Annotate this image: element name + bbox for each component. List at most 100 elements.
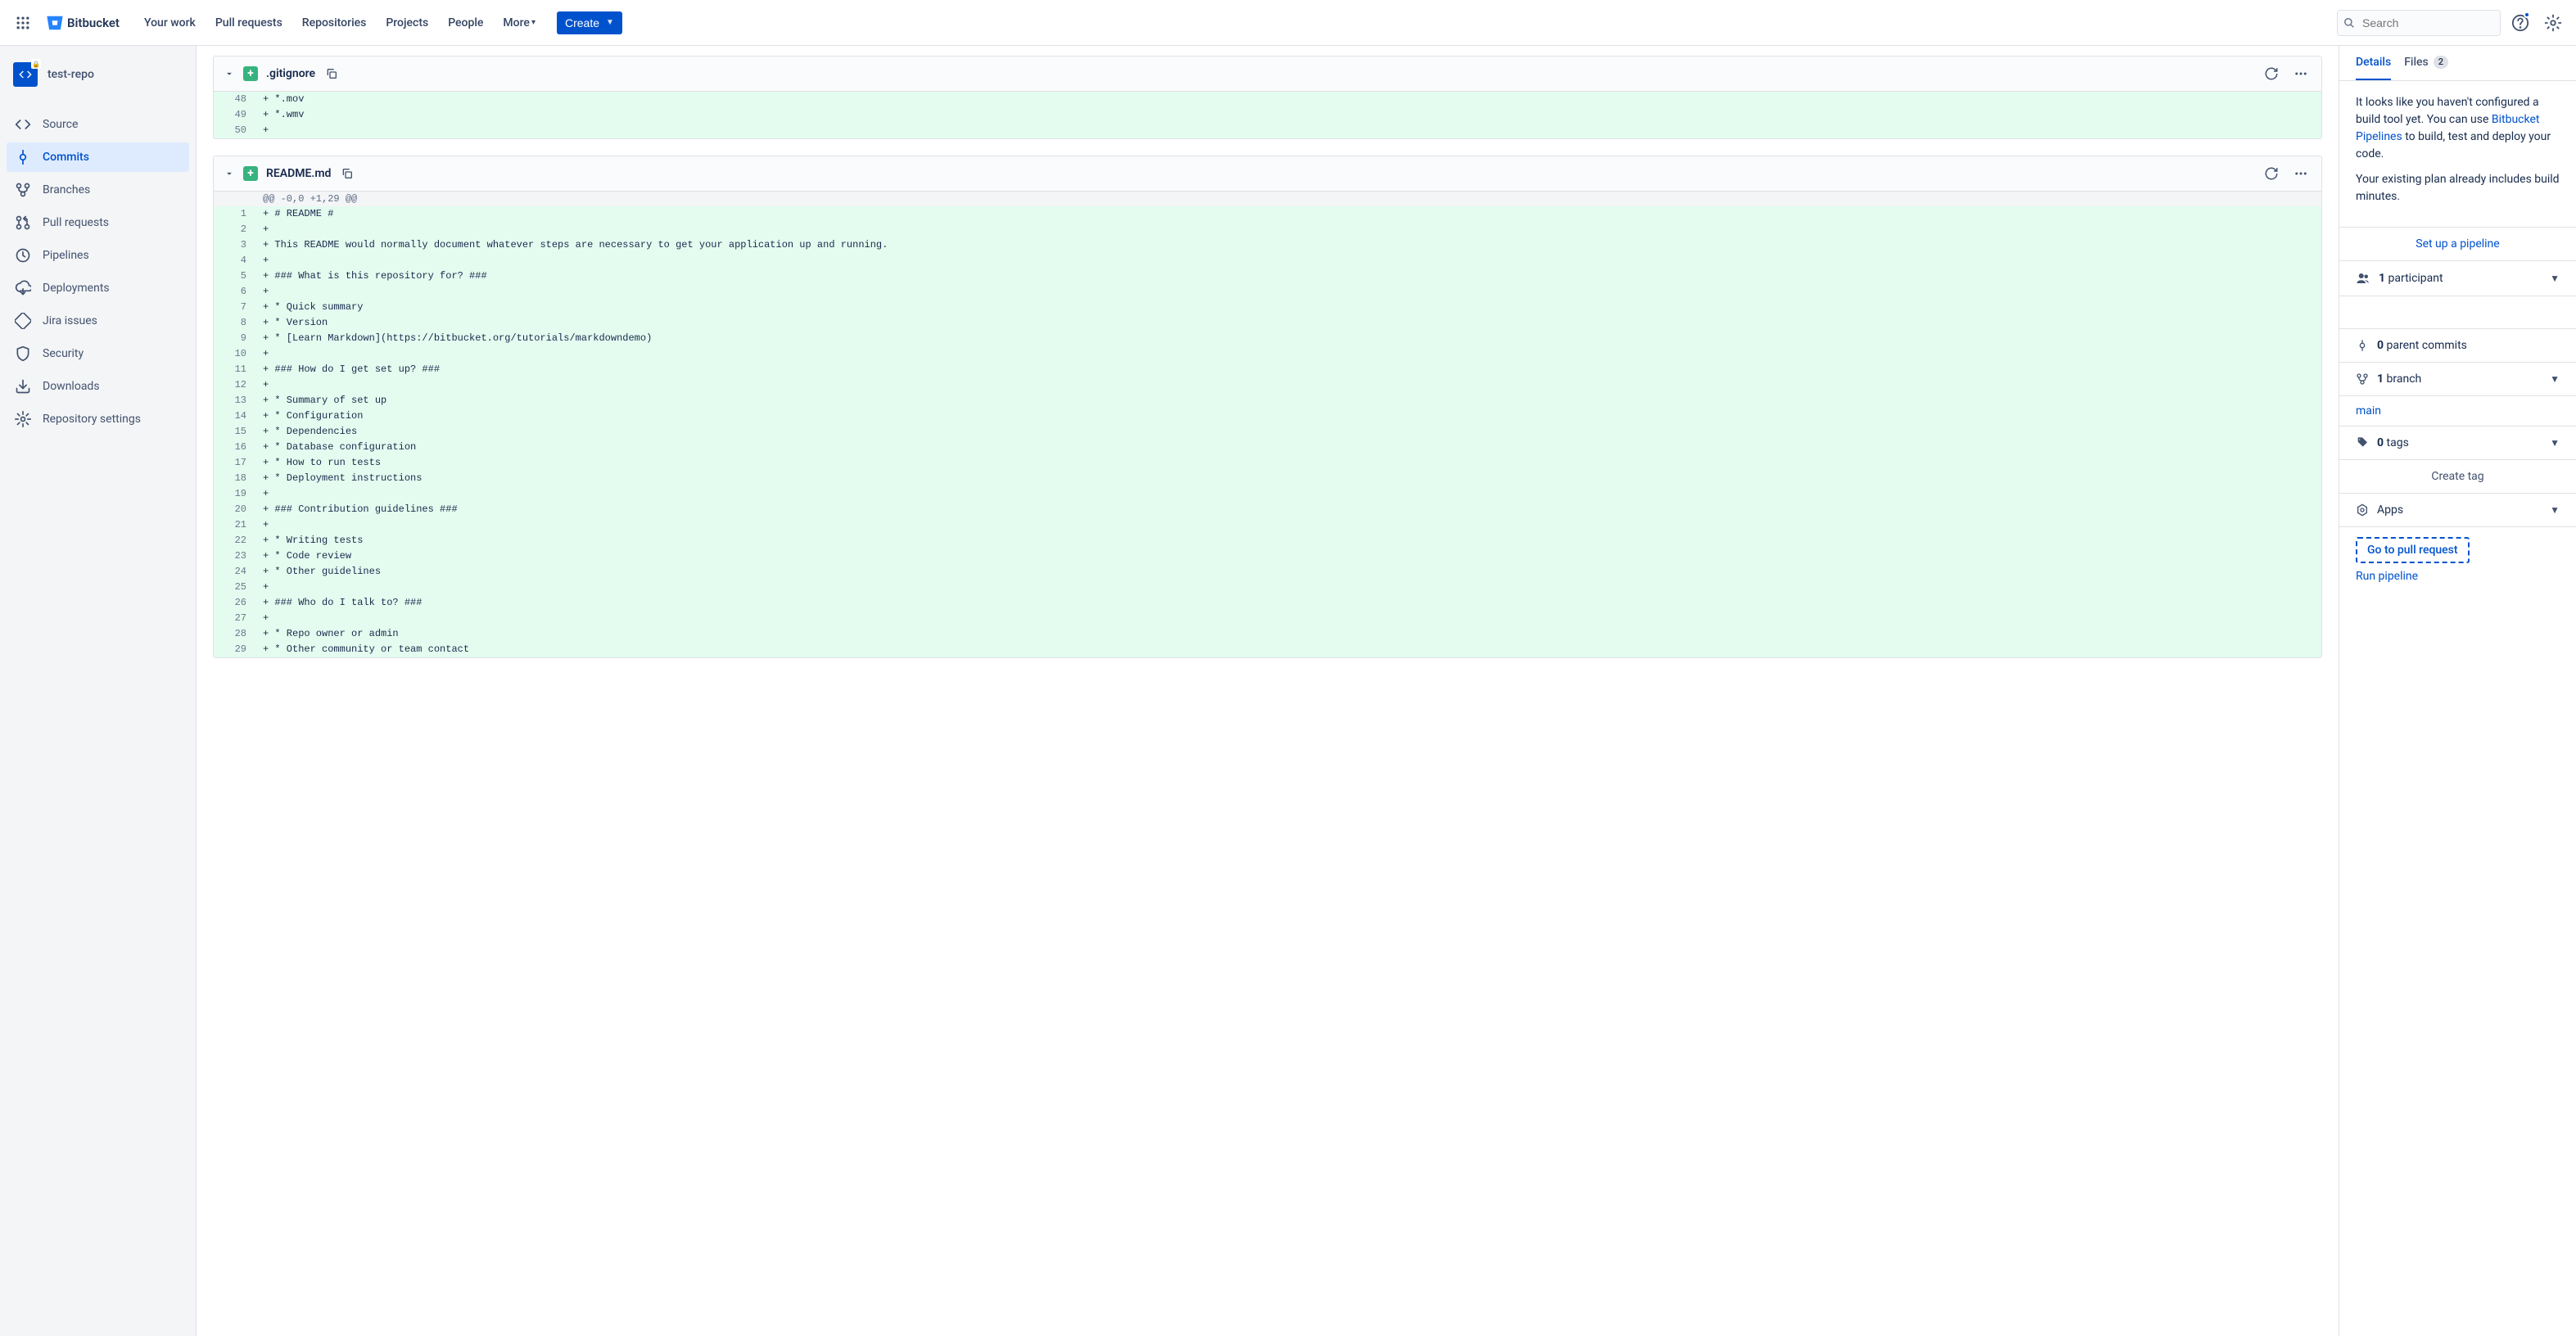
diff-line[interactable]: 16+ * Database configuration: [214, 440, 2321, 455]
diff-line[interactable]: 19+: [214, 486, 2321, 502]
line-content: + * Other community or team contact: [255, 642, 2321, 657]
more-icon[interactable]: [2290, 63, 2312, 84]
diff-file: +README.md@@ -0,0 +1,29 @@1+ # README #2…: [213, 156, 2322, 658]
sidebar-item-downloads[interactable]: Downloads: [7, 372, 189, 401]
branch-list: main: [2339, 396, 2576, 427]
refresh-icon[interactable]: [2261, 163, 2282, 184]
diff-line[interactable]: 50+: [214, 123, 2321, 138]
more-icon[interactable]: [2290, 163, 2312, 184]
diff-line[interactable]: 1+ # README #: [214, 206, 2321, 222]
line-content: + * Summary of set up: [255, 393, 2321, 408]
line-content: + * How to run tests: [255, 455, 2321, 471]
go-to-pull-request-button[interactable]: Go to pull request: [2356, 537, 2470, 563]
create-button[interactable]: Create ▼: [557, 11, 622, 34]
branch-link-main[interactable]: main: [2356, 404, 2381, 418]
nav-pull-requests[interactable]: Pull requests: [207, 11, 291, 34]
diff-line[interactable]: 17+ * How to run tests: [214, 455, 2321, 471]
diff-line[interactable]: 48+ *.mov: [214, 92, 2321, 107]
nav-your-work[interactable]: Your work: [136, 11, 204, 34]
primary-nav: Your workPull requestsRepositoriesProjec…: [136, 11, 544, 34]
line-number: 2: [214, 222, 255, 237]
copy-icon[interactable]: [339, 165, 355, 182]
run-pipeline-link[interactable]: Run pipeline: [2356, 570, 2560, 583]
diff-line[interactable]: 2+: [214, 222, 2321, 237]
diff-line[interactable]: 20+ ### Contribution guidelines ###: [214, 502, 2321, 517]
collapse-icon[interactable]: [224, 168, 235, 179]
diff-line[interactable]: 49+ *.wmv: [214, 107, 2321, 123]
diff-header: +.gitignore: [214, 56, 2321, 92]
collapse-icon[interactable]: [224, 68, 235, 79]
sidebar-item-source[interactable]: Source: [7, 110, 189, 139]
diff-line[interactable]: 10+: [214, 346, 2321, 362]
sidebar-item-commits[interactable]: Commits: [7, 142, 189, 172]
line-content: + * [Learn Markdown](https://bitbucket.o…: [255, 331, 2321, 346]
diff-filename: .gitignore: [266, 67, 315, 80]
app-switcher-icon[interactable]: [10, 10, 36, 36]
nav-more[interactable]: More ▾: [495, 11, 544, 34]
tags-row[interactable]: 0 tags ▼: [2339, 427, 2576, 460]
diff-line[interactable]: 9+ * [Learn Markdown](https://bitbucket.…: [214, 331, 2321, 346]
line-number: 14: [214, 408, 255, 424]
line-number: 50: [214, 123, 255, 138]
setup-pipeline-link[interactable]: Set up a pipeline: [2416, 237, 2499, 250]
nav-projects[interactable]: Projects: [377, 11, 436, 34]
chevron-down-icon: ▾: [531, 18, 536, 27]
line-number: 7: [214, 300, 255, 315]
repo-header[interactable]: 🔒 test-repo: [7, 62, 189, 100]
file-added-icon: +: [243, 166, 258, 181]
search-input[interactable]: [2337, 10, 2501, 36]
sidebar-item-security[interactable]: Security: [7, 339, 189, 368]
line-content: + * Database configuration: [255, 440, 2321, 455]
line-content: +: [255, 284, 2321, 300]
branch-icon: [2356, 372, 2369, 386]
diff-line[interactable]: 24+ * Other guidelines: [214, 564, 2321, 580]
diff-line[interactable]: 13+ * Summary of set up: [214, 393, 2321, 408]
diff-line[interactable]: 21+: [214, 517, 2321, 533]
tab-details[interactable]: Details: [2356, 46, 2391, 80]
sidebar-item-pipelines[interactable]: Pipelines: [7, 241, 189, 270]
line-content: + # README #: [255, 206, 2321, 222]
settings-icon[interactable]: [2540, 10, 2566, 36]
diff-line[interactable]: 27+: [214, 611, 2321, 626]
line-number: 3: [214, 237, 255, 253]
diff-line[interactable]: 15+ * Dependencies: [214, 424, 2321, 440]
diff-line[interactable]: 5+ ### What is this repository for? ###: [214, 269, 2321, 284]
diff-line[interactable]: 3+ This README would normally document w…: [214, 237, 2321, 253]
diff-line[interactable]: 7+ * Quick summary: [214, 300, 2321, 315]
diff-line[interactable]: 22+ * Writing tests: [214, 533, 2321, 548]
diff-line[interactable]: 8+ * Version: [214, 315, 2321, 331]
create-tag-link[interactable]: Create tag: [2431, 470, 2483, 483]
line-content: + * Version: [255, 315, 2321, 331]
branch-row[interactable]: 1 branch ▼: [2339, 363, 2576, 396]
diff-line[interactable]: 25+: [214, 580, 2321, 595]
diff-line[interactable]: 29+ * Other community or team contact: [214, 642, 2321, 657]
sidebar-item-pull-requests[interactable]: Pull requests: [7, 208, 189, 237]
diff-line[interactable]: 12+: [214, 377, 2321, 393]
diff-line[interactable]: 11+ ### How do I get set up? ###: [214, 362, 2321, 377]
diff-line[interactable]: 23+ * Code review: [214, 548, 2321, 564]
refresh-icon[interactable]: [2261, 63, 2282, 84]
sidebar-item-deployments[interactable]: Deployments: [7, 273, 189, 303]
sidebar-item-jira-issues[interactable]: Jira issues: [7, 306, 189, 336]
diff-line[interactable]: 28+ * Repo owner or admin: [214, 626, 2321, 642]
help-icon[interactable]: [2507, 10, 2533, 36]
tab-files[interactable]: Files 2: [2404, 46, 2448, 80]
line-content: +: [255, 346, 2321, 362]
participants-row[interactable]: 1 participant ▼: [2339, 261, 2576, 296]
diff-line[interactable]: 4+: [214, 253, 2321, 269]
bitbucket-logo[interactable]: Bitbucket: [39, 14, 126, 32]
diff-line[interactable]: 6+: [214, 284, 2321, 300]
line-content: + * Dependencies: [255, 424, 2321, 440]
line-number: 20: [214, 502, 255, 517]
sidebar-item-repository-settings[interactable]: Repository settings: [7, 404, 189, 434]
chevron-down-icon: ▼: [606, 18, 614, 27]
diff-line[interactable]: 14+ * Configuration: [214, 408, 2321, 424]
line-number: 6: [214, 284, 255, 300]
nav-repositories[interactable]: Repositories: [294, 11, 375, 34]
diff-line[interactable]: 26+ ### Who do I talk to? ###: [214, 595, 2321, 611]
copy-icon[interactable]: [323, 65, 340, 82]
sidebar-item-branches[interactable]: Branches: [7, 175, 189, 205]
apps-row[interactable]: Apps ▼: [2339, 494, 2576, 527]
nav-people[interactable]: People: [440, 11, 491, 34]
diff-line[interactable]: 18+ * Deployment instructions: [214, 471, 2321, 486]
